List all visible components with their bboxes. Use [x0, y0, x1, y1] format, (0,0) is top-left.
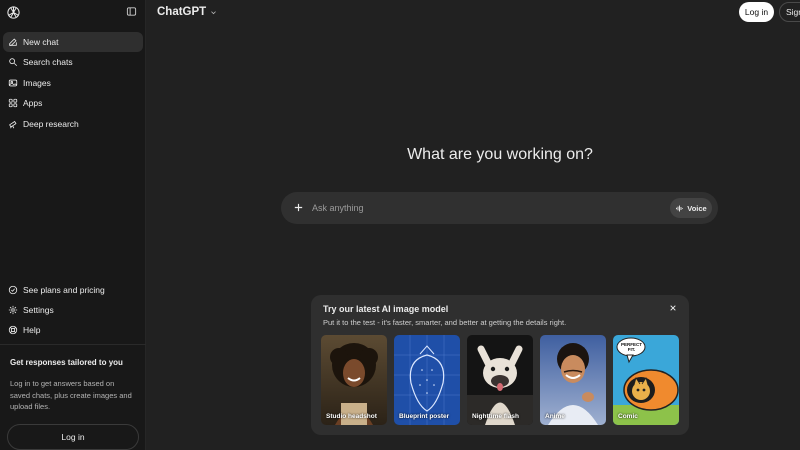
- image-model-card: Try our latest AI image model Put it to …: [311, 295, 689, 435]
- voice-label: Voice: [687, 203, 707, 213]
- sidebar-item-label: Settings: [23, 305, 54, 315]
- telescope-icon: [9, 120, 17, 129]
- plans-icon: [8, 285, 18, 295]
- gear-icon: [8, 305, 18, 315]
- sidebar-item-plans[interactable]: See plans and pricing: [3, 280, 143, 300]
- style-studio-headshot[interactable]: Studio headshot: [321, 335, 387, 425]
- nighttime-dog-image: [467, 335, 533, 425]
- style-nighttime-flash[interactable]: Nighttime flash: [467, 335, 533, 425]
- chevron-down-icon: [211, 10, 217, 14]
- sidebar-item-new-chat[interactable]: New chat: [3, 32, 143, 52]
- sidebar-item-label: Apps: [23, 98, 43, 108]
- openai-logo-icon[interactable]: [6, 5, 21, 20]
- sidebar-item-label: Help: [23, 325, 41, 335]
- style-label: Blueprint poster: [399, 413, 450, 420]
- sidebar-item-images[interactable]: Images: [3, 73, 143, 93]
- page-heading: What are you working on?: [407, 146, 593, 163]
- voice-wave-icon: [676, 205, 684, 211]
- style-comic[interactable]: PERFECT FIT. Comic: [613, 335, 679, 425]
- sidebar-item-label: Deep research: [23, 119, 79, 129]
- images-icon: [8, 79, 18, 87]
- model-selector[interactable]: ChatGPT: [157, 6, 217, 18]
- login-button[interactable]: Log in: [739, 2, 774, 22]
- apps-icon: [8, 98, 18, 108]
- prompt-input[interactable]: Ask anything: [312, 203, 364, 213]
- sidebar-header: [0, 0, 145, 26]
- prompt-composer[interactable]: Ask anything Voice: [281, 192, 718, 224]
- sidebar-item-deep-research[interactable]: Deep research: [3, 114, 143, 134]
- close-icon[interactable]: [669, 304, 677, 312]
- sidebar-login-button[interactable]: Log in: [7, 424, 139, 450]
- style-anime[interactable]: Anime: [540, 335, 606, 425]
- signup-button[interactable]: Sign up: [779, 2, 800, 22]
- login-promo: Get responses tailored to you Log in to …: [0, 344, 146, 413]
- sidebar-item-apps[interactable]: Apps: [3, 93, 143, 113]
- sidebar: New chat Search chats Images Apps Deep r…: [0, 0, 146, 450]
- promo-text: Log in to get answers based on saved cha…: [10, 379, 132, 411]
- comic-bubble-text: PERFECT FIT.: [620, 342, 642, 352]
- style-label: Comic: [618, 413, 638, 420]
- sidebar-item-label: See plans and pricing: [23, 285, 105, 295]
- sidebar-item-label: New chat: [23, 37, 59, 47]
- plus-icon[interactable]: [293, 202, 304, 213]
- style-label: Nighttime flash: [472, 413, 519, 420]
- sidebar-item-settings[interactable]: Settings: [3, 300, 143, 320]
- anime-portrait-image: [540, 335, 606, 425]
- card-title: Try our latest AI image model: [323, 304, 449, 314]
- studio-headshot-image: [321, 335, 387, 425]
- sidebar-toggle-icon[interactable]: [126, 6, 137, 17]
- promo-title: Get responses tailored to you: [10, 358, 123, 367]
- sidebar-item-label: Search chats: [23, 57, 73, 67]
- sidebar-item-label: Images: [23, 78, 51, 88]
- compose-icon: [9, 38, 17, 46]
- blueprint-strawberry-image: [394, 335, 460, 425]
- voice-button[interactable]: Voice: [670, 198, 712, 218]
- sidebar-item-help[interactable]: Help: [3, 320, 143, 340]
- style-label: Anime: [545, 413, 565, 420]
- style-label: Studio headshot: [326, 413, 377, 420]
- help-icon: [8, 325, 18, 335]
- card-subtitle: Put it to the test - it's faster, smarte…: [323, 318, 567, 327]
- sidebar-item-search-chats[interactable]: Search chats: [3, 52, 143, 72]
- style-blueprint-poster[interactable]: Blueprint poster: [394, 335, 460, 425]
- search-icon: [9, 58, 18, 67]
- app-title: ChatGPT: [157, 6, 207, 18]
